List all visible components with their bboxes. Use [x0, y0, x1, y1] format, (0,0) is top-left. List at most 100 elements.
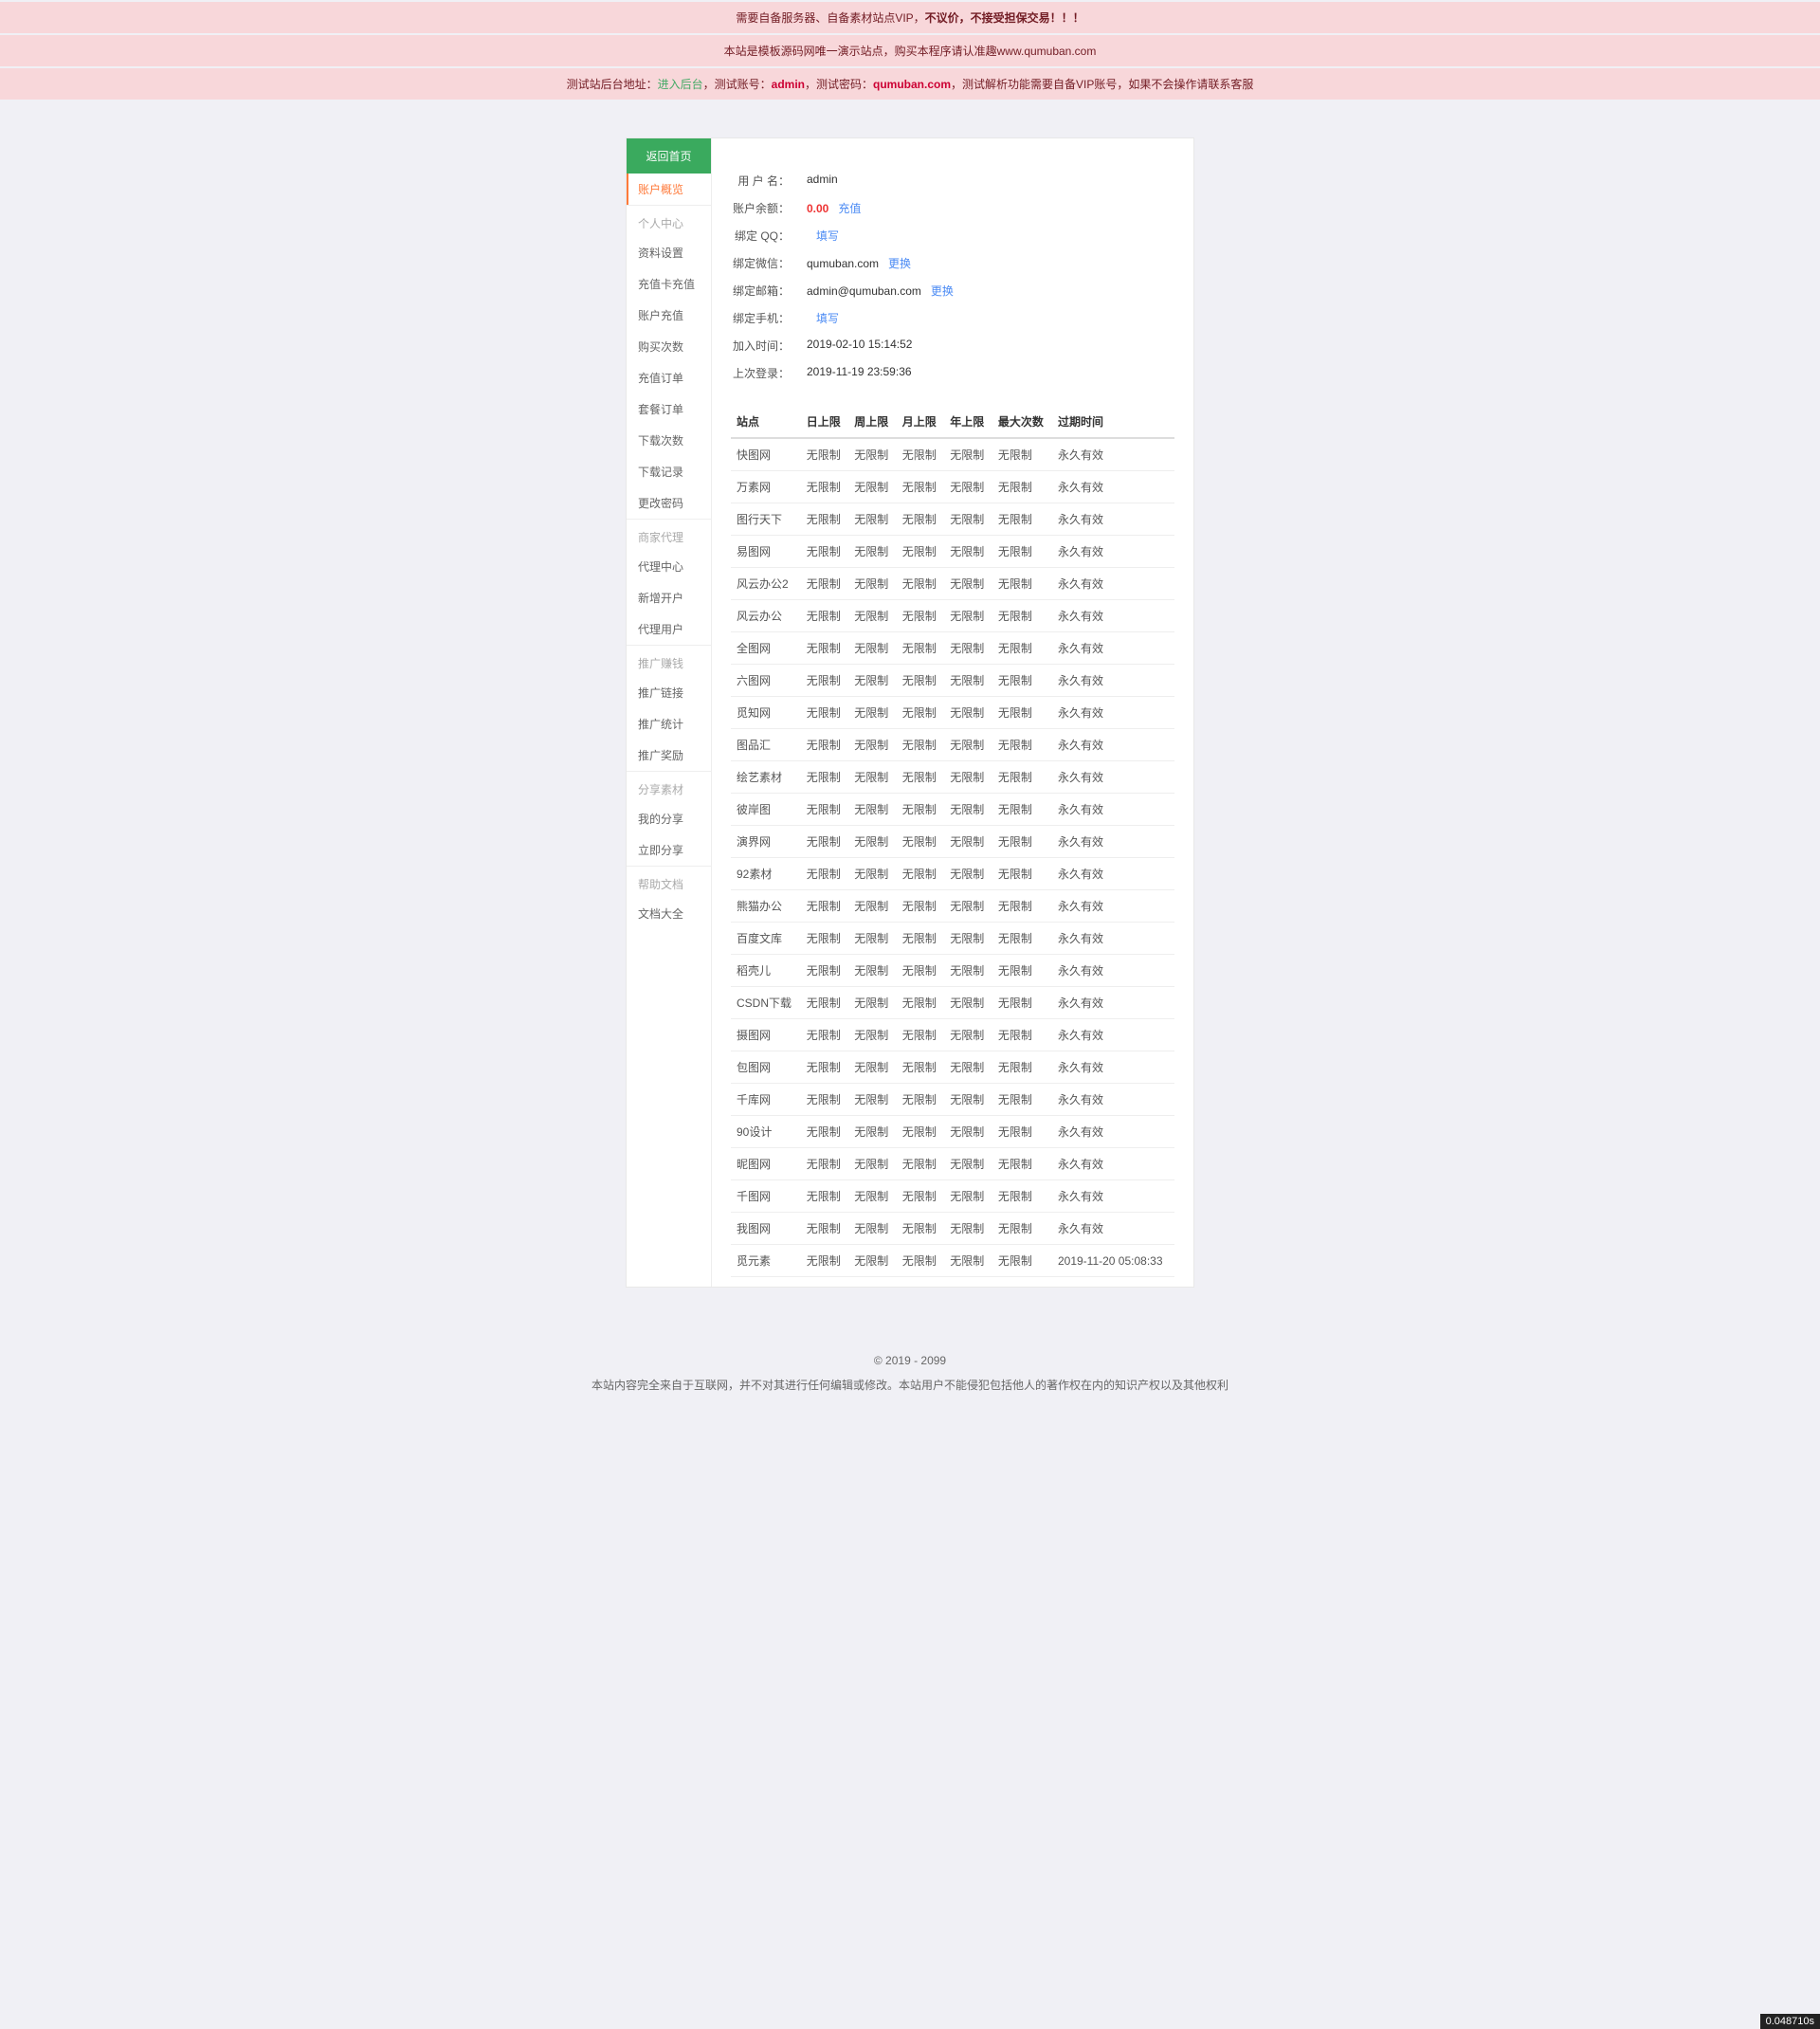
table-cell: 永久有效	[1052, 890, 1174, 923]
table-cell: 永久有效	[1052, 1051, 1174, 1084]
table-cell: 无限制	[801, 729, 849, 761]
table-row: 演界网无限制无限制无限制无限制无限制永久有效	[731, 826, 1174, 858]
sidebar-item[interactable]: 账户充值	[627, 300, 711, 331]
table-cell: 无限制	[992, 1084, 1052, 1116]
table-cell: 熊猫办公	[731, 890, 801, 923]
table-cell: 无限制	[801, 1213, 849, 1245]
table-cell: 无限制	[992, 438, 1052, 471]
table-row: 90设计无限制无限制无限制无限制无限制永久有效	[731, 1116, 1174, 1148]
sidebar-item[interactable]: 我的分享	[627, 803, 711, 834]
table-row: 稻壳儿无限制无限制无限制无限制无限制永久有效	[731, 955, 1174, 987]
table-cell: 包图网	[731, 1051, 801, 1084]
table-cell: 无限制	[944, 890, 992, 923]
table-cell: 永久有效	[1052, 438, 1174, 471]
table-cell: 永久有效	[1052, 1213, 1174, 1245]
table-cell: 无限制	[801, 600, 849, 632]
table-cell: 无限制	[944, 632, 992, 665]
table-cell: 无限制	[848, 858, 897, 890]
main-content: 用 户 名：admin账户余额：0.00充值绑定 QQ：填写绑定微信：qumub…	[712, 138, 1193, 1287]
info-action-link[interactable]: 填写	[816, 312, 839, 325]
table-cell: 无限制	[897, 890, 945, 923]
table-cell: 觅知网	[731, 697, 801, 729]
table-cell: 无限制	[897, 1180, 945, 1213]
table-cell: 无限制	[992, 794, 1052, 826]
sidebar-item[interactable]: 购买次数	[627, 331, 711, 362]
table-cell: 无限制	[944, 955, 992, 987]
table-cell: 永久有效	[1052, 503, 1174, 536]
info-label: 账户余额：	[731, 200, 807, 216]
table-cell: 百度文库	[731, 923, 801, 955]
table-cell: 无限制	[944, 794, 992, 826]
table-cell: 无限制	[848, 632, 897, 665]
info-action-link[interactable]: 更换	[888, 257, 911, 270]
enter-backend-link[interactable]: 进入后台	[658, 78, 703, 91]
table-cell: 无限制	[848, 1148, 897, 1180]
table-cell: 无限制	[848, 1019, 897, 1051]
table-cell: 永久有效	[1052, 1148, 1174, 1180]
info-row: 绑定手机：填写	[731, 304, 1174, 332]
table-cell: 无限制	[801, 1180, 849, 1213]
info-row: 账户余额：0.00充值	[731, 194, 1174, 222]
sidebar-item[interactable]: 资料设置	[627, 237, 711, 268]
sidebar-group-header: 推广赚钱	[627, 645, 711, 677]
info-row: 用 户 名：admin	[731, 167, 1174, 194]
info-label: 上次登录：	[731, 365, 807, 381]
sidebar-item[interactable]: 推广统计	[627, 708, 711, 740]
table-header: 过期时间	[1052, 406, 1174, 438]
sidebar-group-header: 个人中心	[627, 205, 711, 237]
table-cell: 摄图网	[731, 1019, 801, 1051]
table-cell: 92素材	[731, 858, 801, 890]
table-cell: 无限制	[992, 890, 1052, 923]
sidebar-item[interactable]: 更改密码	[627, 487, 711, 519]
table-cell: 无限制	[848, 697, 897, 729]
table-cell: 无限制	[992, 568, 1052, 600]
sidebar-item[interactable]: 推广链接	[627, 677, 711, 708]
table-cell: 无限制	[944, 1245, 992, 1277]
table-cell: 无限制	[944, 1180, 992, 1213]
table-row: 觅元素无限制无限制无限制无限制无限制2019-11-20 05:08:33	[731, 1245, 1174, 1277]
sidebar-group-header: 商家代理	[627, 519, 711, 551]
table-cell: 永久有效	[1052, 632, 1174, 665]
sidebar-item[interactable]: 充值订单	[627, 362, 711, 393]
sidebar-item[interactable]: 充值卡充值	[627, 268, 711, 300]
info-action-link[interactable]: 更换	[931, 284, 954, 298]
table-cell: 永久有效	[1052, 536, 1174, 568]
table-cell: 无限制	[992, 471, 1052, 503]
table-cell: 无限制	[848, 1116, 897, 1148]
table-cell: 无限制	[992, 1051, 1052, 1084]
table-cell: 无限制	[848, 987, 897, 1019]
sidebar-item[interactable]: 代理中心	[627, 551, 711, 582]
table-cell: 无限制	[992, 1245, 1052, 1277]
table-cell: 无限制	[801, 1245, 849, 1277]
info-action-link[interactable]: 填写	[816, 229, 839, 243]
table-cell: 永久有效	[1052, 1019, 1174, 1051]
table-row: 熊猫办公无限制无限制无限制无限制无限制永久有效	[731, 890, 1174, 923]
table-cell: 全图网	[731, 632, 801, 665]
sidebar-item[interactable]: 下载次数	[627, 425, 711, 456]
info-value: 0.00充值	[807, 200, 861, 216]
table-cell: 无限制	[992, 987, 1052, 1019]
sidebar-group-header: 分享素材	[627, 771, 711, 803]
sidebar-item[interactable]: 推广奖励	[627, 740, 711, 771]
sidebar-item[interactable]: 新增开户	[627, 582, 711, 613]
table-cell: 昵图网	[731, 1148, 801, 1180]
table-cell: 无限制	[801, 794, 849, 826]
table-cell: 风云办公2	[731, 568, 801, 600]
sidebar-item[interactable]: 代理用户	[627, 613, 711, 645]
table-cell: 无限制	[848, 826, 897, 858]
table-cell: 永久有效	[1052, 729, 1174, 761]
table-row: 风云办公2无限制无限制无限制无限制无限制永久有效	[731, 568, 1174, 600]
home-button[interactable]: 返回首页	[627, 138, 711, 174]
table-row: 万素网无限制无限制无限制无限制无限制永久有效	[731, 471, 1174, 503]
table-cell: 无限制	[848, 438, 897, 471]
table-cell: 无限制	[801, 826, 849, 858]
sidebar-item-overview[interactable]: 账户概览	[627, 174, 711, 205]
sidebar-item[interactable]: 套餐订单	[627, 393, 711, 425]
info-action-link[interactable]: 充值	[838, 202, 861, 215]
table-cell: 无限制	[897, 761, 945, 794]
table-row: 摄图网无限制无限制无限制无限制无限制永久有效	[731, 1019, 1174, 1051]
sidebar-item[interactable]: 下载记录	[627, 456, 711, 487]
sidebar-item[interactable]: 立即分享	[627, 834, 711, 866]
sidebar-item[interactable]: 文档大全	[627, 898, 711, 929]
table-cell: 无限制	[944, 858, 992, 890]
